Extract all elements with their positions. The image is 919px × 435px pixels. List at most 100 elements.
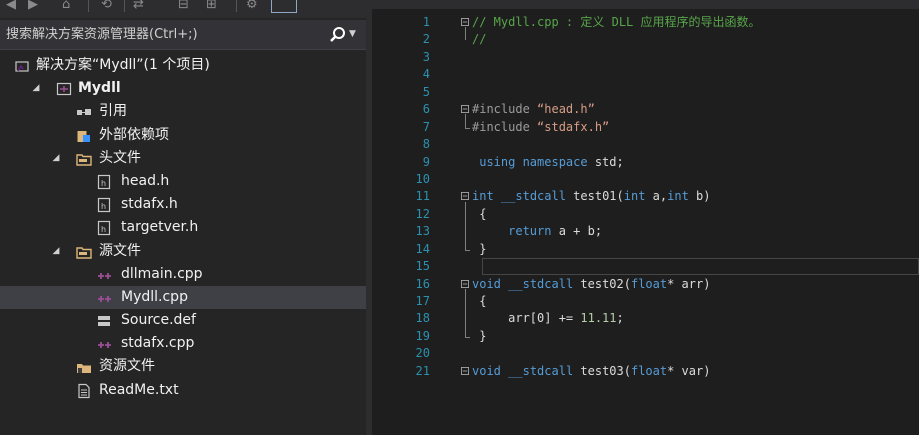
tree-item[interactable]: ◢ 头文件 [0,147,366,170]
code-line[interactable]: 3 [372,49,919,66]
fold-guide-end [465,127,470,129]
expand-arrow-icon[interactable]: ◢ [50,240,62,263]
code-text: return a + b; [472,223,602,240]
tree-item-label: 外部依赖项 [99,126,169,143]
code-token: float [630,363,668,378]
code-line[interactable]: 20 [372,345,919,362]
properties-icon[interactable]: ⚙ [246,0,258,12]
tree-item[interactable]: ◢ Mydll [0,77,366,100]
line-number: 20 [415,346,430,361]
pending-changes-icon[interactable]: ⇄ [133,0,144,12]
collapse-region-icon[interactable] [461,279,469,288]
tree-item[interactable]: dllmain.cpp [0,263,366,286]
search-icon[interactable] [329,26,347,44]
tree-item-label: 解决方案“Mydll”(1 个项目) [36,57,210,73]
code-token: void [472,276,501,291]
line-number: 4 [422,67,430,82]
back-icon[interactable]: ◀ [6,0,16,12]
collapse-region-icon[interactable] [461,105,469,114]
tree-item[interactable]: stdafx.cpp [0,332,366,355]
line-number: 18 [415,311,430,326]
tree-item[interactable]: h targetver.h [0,216,366,239]
code-text: } [472,328,486,345]
collapse-region-icon[interactable] [461,192,469,201]
home-icon[interactable]: ⌂ [62,0,70,12]
collapse-region-icon[interactable] [461,366,469,375]
code-token: b) [688,189,711,204]
references-icon [77,109,91,116]
tree-item-label: dllmain.cpp [121,265,203,282]
editor-navigation-bar [372,0,919,9]
code-token: test01( [565,189,624,204]
tree-item[interactable]: h head.h [0,170,366,193]
code-line[interactable]: 18 arr[0] += 11.11; [372,310,919,327]
code-line[interactable]: 12 { [372,206,919,223]
tree-item-label: 资源文件 [99,358,155,375]
tree-item-label: Mydll.cpp [121,288,188,305]
code-token: // Mydll.cpp : 定义 DLL 应用程序的导出函数。 [472,15,761,29]
code-line[interactable]: 4 [372,66,919,83]
code-line[interactable]: 10 [372,171,919,188]
code-line[interactable]: 13 return a + b; [372,223,919,240]
line-number: 11 [415,189,430,204]
tree-item[interactable]: ◢ 源文件 [0,240,366,263]
code-token: “head.h” [537,102,595,117]
line-number: 17 [415,294,430,308]
code-text: void __stdcall test03(float* var) [472,363,710,380]
code-text: { [472,206,486,223]
forward-icon[interactable]: ▶ [28,0,38,12]
code-editor[interactable]: 1 // Mydll.cpp : 定义 DLL 应用程序的导出函数。 2 // 3 4 5 6… [372,0,919,435]
search-input[interactable] [0,20,320,49]
code-line[interactable]: 19 } [372,328,919,345]
expand-arrow-icon[interactable]: ◢ [30,77,42,100]
tree-item[interactable]: Source.def [0,309,366,332]
collapse-region-icon[interactable] [461,18,469,26]
line-number: 12 [415,206,430,221]
search-options-dropdown-icon[interactable]: ▼ [349,29,356,39]
line-number: 8 [422,137,430,152]
code-line[interactable]: 11 int __stdcall test01(int a,int b) [372,188,919,205]
code-line[interactable]: 9 using namespace std; [372,154,919,171]
svg-text:h: h [101,202,106,211]
code-token: #include [472,102,538,117]
code-line[interactable]: 21 void __stdcall test03(float* var) [372,363,919,380]
code-token: “stdafx.h” [537,119,610,134]
tree-item[interactable]: 外部依赖项 [0,124,366,147]
svg-text:h: h [101,225,106,234]
tree-item[interactable]: 资源文件 [0,355,366,378]
code-token: a + b; [551,224,603,239]
code-token: ; [616,311,624,326]
line-number: 14 [415,241,430,256]
code-token: void [472,363,501,378]
tree-item[interactable]: 引用 [0,100,366,123]
svg-text:h: h [101,179,106,188]
code-line[interactable]: 1 // Mydll.cpp : 定义 DLL 应用程序的导出函数。 [372,14,919,31]
text-file-icon [78,383,90,398]
code-line[interactable]: 16 void __stdcall test02(float* arr) [372,276,919,293]
collapse-all-icon[interactable]: ⊟ [178,0,189,12]
show-all-files-icon[interactable]: ⊞ [206,0,217,12]
code-line[interactable]: 2 // [372,31,919,48]
tree-item[interactable]: 解决方案“Mydll”(1 个项目) [0,54,366,77]
sync-icon[interactable]: ⟲ [101,0,112,12]
code-line[interactable]: 8 [372,136,919,153]
code-text: using namespace std; [472,154,624,171]
tree-item[interactable]: ReadMe.txt [0,379,366,402]
code-line[interactable]: 6 #include “head.h” [372,101,919,118]
code-line[interactable]: 5 [372,84,919,101]
solution-explorer-panel: ◀ ▶ ⌂ ⟲ ⇄ ⊟ ⊞ ⚙ ▼ 解决方案“Mydll”(1 个项目) ◢ Myd… [0,0,366,435]
external-deps-icon [77,130,90,142]
code-line[interactable]: 14 } [372,241,919,258]
expand-arrow-icon[interactable]: ◢ [50,147,62,170]
preview-selected-items-button[interactable] [271,0,297,13]
fold-guide-line [465,288,466,338]
code-token: test03( [573,363,631,378]
code-token: #include [472,119,538,134]
tree-item[interactable]: Mydll.cpp [0,285,366,310]
code-token: int [623,189,646,204]
tree-item[interactable]: h stdafx.h [0,193,366,216]
code-line[interactable]: 17 { [372,293,919,310]
tree-item-label: Mydll [78,80,121,97]
code-line[interactable]: 7 #include “stdafx.h” [372,119,919,136]
